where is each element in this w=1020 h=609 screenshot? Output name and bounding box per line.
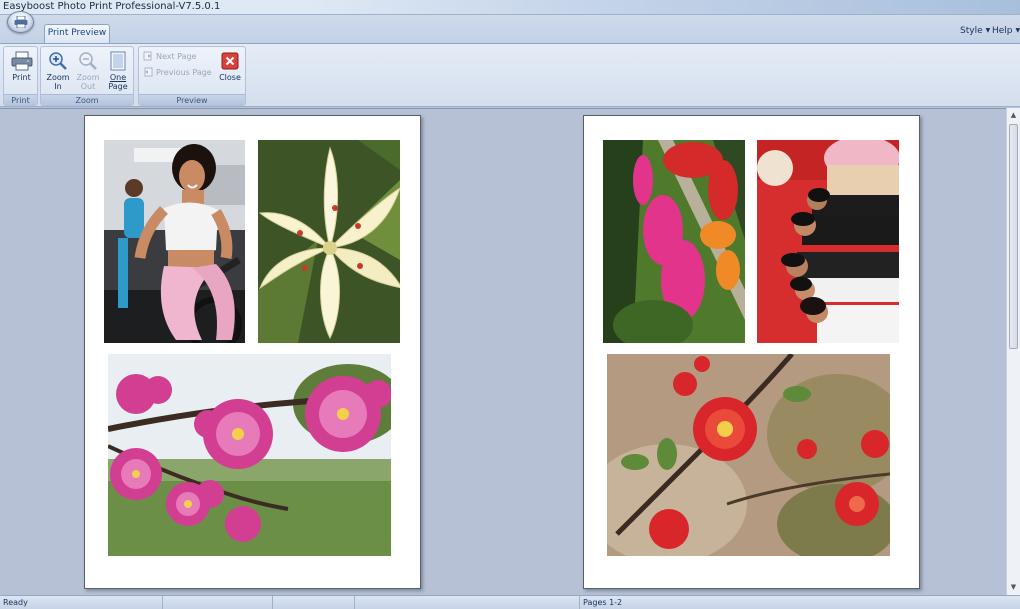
status-section-4 bbox=[355, 596, 580, 609]
preview-page-2 bbox=[583, 115, 920, 589]
cyclist-image bbox=[104, 140, 245, 343]
zoom-out-icon bbox=[79, 52, 97, 70]
print-group: Print Print bbox=[3, 46, 38, 106]
status-section-3 bbox=[273, 596, 355, 609]
zoom-out-button[interactable]: Zoom Out bbox=[73, 49, 103, 91]
status-bar: Ready Pages 1-2 bbox=[0, 595, 1020, 609]
tab-print-preview[interactable]: Print Preview bbox=[44, 24, 110, 43]
previous-page-label: Previous Page bbox=[156, 67, 212, 77]
photo-lily[interactable] bbox=[258, 140, 400, 343]
zoom-in-label-2: In bbox=[54, 82, 62, 91]
previous-page-icon bbox=[144, 67, 153, 77]
chevron-down-icon: ▼ bbox=[985, 27, 991, 34]
application-menu-button[interactable] bbox=[7, 11, 34, 33]
status-pages: Pages 1-2 bbox=[583, 598, 623, 607]
group-photo-image bbox=[757, 140, 899, 343]
one-page-label-1: One bbox=[109, 73, 127, 82]
print-button-label: Print bbox=[12, 73, 31, 82]
title-bar: Easyboost Photo Print Professional-V7.5.… bbox=[0, 0, 1020, 15]
quince-blossom-image bbox=[607, 354, 890, 556]
print-group-label: Print bbox=[4, 94, 37, 105]
lily-image bbox=[258, 140, 400, 343]
close-preview-label: Close bbox=[219, 73, 241, 82]
close-icon bbox=[221, 52, 239, 70]
photo-quince-blossom[interactable] bbox=[607, 354, 890, 556]
preview-page-1 bbox=[84, 115, 421, 589]
plum-blossom-image bbox=[108, 354, 391, 556]
preview-canvas[interactable] bbox=[0, 108, 1020, 595]
ribbon: Print Print Zoom In Zoom Out One Page Zo… bbox=[0, 43, 1020, 107]
scroll-down-icon[interactable]: ▼ bbox=[1007, 581, 1020, 594]
next-page-button[interactable]: Next Page bbox=[143, 51, 197, 61]
status-ready: Ready bbox=[0, 596, 163, 609]
photo-garden[interactable] bbox=[603, 140, 745, 343]
scroll-up-icon[interactable]: ▲ bbox=[1007, 109, 1020, 122]
chevron-down-icon: ▼ bbox=[1015, 27, 1020, 34]
preview-group-label: Preview bbox=[139, 94, 245, 105]
zoom-group: Zoom In Zoom Out One Page Zoom bbox=[40, 46, 134, 106]
previous-page-button[interactable]: Previous Page bbox=[143, 67, 212, 77]
zoom-out-label-2: Out bbox=[80, 82, 96, 91]
photo-cyclist[interactable] bbox=[104, 140, 245, 343]
preview-group: Next Page Previous Page Close Preview bbox=[138, 46, 246, 106]
print-button[interactable]: Print bbox=[7, 49, 36, 82]
next-page-label: Next Page bbox=[156, 51, 197, 61]
garden-image bbox=[603, 140, 745, 343]
style-menu[interactable]: Style ▼ bbox=[960, 26, 990, 36]
scrollbar-thumb[interactable] bbox=[1009, 124, 1018, 349]
close-preview-button[interactable]: Close bbox=[216, 49, 244, 82]
one-page-label-2: Page bbox=[108, 82, 128, 91]
photo-group[interactable] bbox=[757, 140, 899, 343]
help-menu-label: Help bbox=[992, 26, 1013, 36]
style-menu-label: Style bbox=[960, 26, 983, 36]
zoom-in-button[interactable]: Zoom In bbox=[43, 49, 73, 91]
ribbon-tab-strip: Print Preview Style ▼ Help ▼ bbox=[0, 15, 1020, 43]
printer-icon bbox=[11, 51, 32, 71]
zoom-group-label: Zoom bbox=[41, 94, 133, 105]
vertical-scrollbar[interactable]: ▲ ▼ bbox=[1006, 108, 1020, 595]
next-page-icon bbox=[143, 51, 152, 61]
printer-orb-icon bbox=[14, 16, 28, 28]
help-menu[interactable]: Help ▼ bbox=[992, 26, 1020, 36]
one-page-button[interactable]: One Page bbox=[103, 49, 133, 91]
zoom-out-label-1: Zoom bbox=[76, 73, 100, 82]
zoom-in-label-1: Zoom bbox=[46, 73, 70, 82]
photo-plum-blossoms[interactable] bbox=[108, 354, 391, 556]
zoom-in-icon bbox=[49, 52, 67, 70]
status-section-2 bbox=[163, 596, 273, 609]
one-page-icon bbox=[110, 51, 126, 71]
window-title: Easyboost Photo Print Professional-V7.5.… bbox=[3, 1, 221, 12]
